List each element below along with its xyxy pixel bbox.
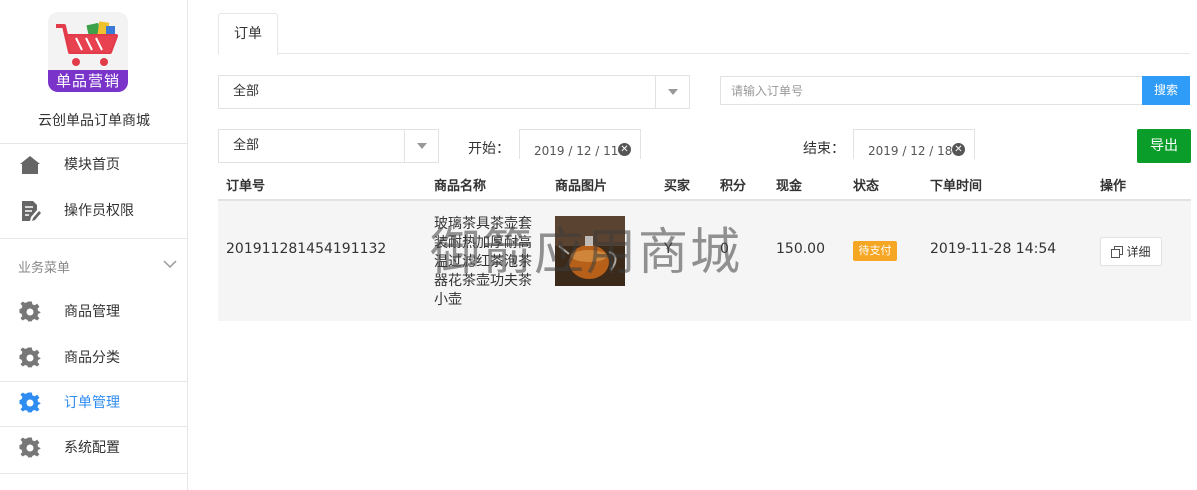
clear-icon[interactable]: ✕: [618, 143, 631, 156]
cash-cell: 150.00: [776, 241, 825, 257]
end-date-value: 2019 / 12 / 18: [868, 144, 953, 158]
column-header-status: 状态: [853, 179, 880, 194]
type-select-value: 全部: [233, 138, 260, 153]
detail-button-label: 详细: [1126, 245, 1151, 259]
status-select[interactable]: 全部: [218, 75, 690, 109]
caret-down-icon: [655, 76, 689, 108]
document-edit-icon: [22, 201, 41, 221]
end-date-picker[interactable]: 2019 / 12 / 18 ✕: [853, 129, 975, 159]
end-date-label: 结束：: [803, 141, 845, 157]
order-time-cell: 2019-11-28 14:54: [930, 241, 1057, 257]
sidebar-section-title: 业务菜单: [18, 261, 71, 276]
home-icon: [20, 156, 40, 174]
shopping-cart-icon: [56, 21, 118, 66]
column-header-actions: 操作: [1100, 179, 1127, 194]
sidebar-item-label: 系统配置: [64, 440, 120, 456]
sidebar: 单品营销 云创单品订单商城 模块首页 操作员权限 业务菜单 商品管理 商品分类 …: [0, 0, 188, 490]
table-row: [218, 201, 1191, 321]
gear-icon: [19, 301, 41, 322]
column-header-order-no: 订单号: [226, 179, 266, 194]
sidebar-item-system-config[interactable]: 系统配置: [0, 426, 188, 470]
copy-icon: [1111, 245, 1124, 258]
search-button[interactable]: 搜索: [1142, 76, 1190, 105]
teapot-image: [555, 216, 625, 286]
sidebar-item-label: 商品分类: [64, 350, 120, 366]
column-header-points: 积分: [720, 179, 747, 194]
product-image: [555, 216, 625, 286]
sidebar-section-business-menu[interactable]: 业务菜单: [0, 244, 188, 286]
gear-icon: [19, 392, 41, 413]
status-badge: 待支付: [853, 241, 897, 261]
sidebar-item-label: 操作员权限: [64, 203, 134, 219]
app-logo: 单品营销: [48, 12, 128, 92]
start-date-picker[interactable]: 2019 / 12 / 11 ✕: [519, 129, 641, 159]
tab-orders[interactable]: 订单: [218, 13, 278, 55]
sidebar-divider: [0, 473, 188, 474]
export-button[interactable]: 导出: [1137, 129, 1191, 163]
sidebar-divider: [0, 238, 188, 239]
chevron-down-icon: [163, 260, 177, 269]
sidebar-item-label: 模块首页: [64, 157, 120, 173]
type-select[interactable]: 全部: [218, 129, 439, 163]
gear-icon: [19, 437, 41, 458]
product-name-cell: 玻璃茶具茶壶套装耐热加厚耐高温过滤红茶泡茶器花茶壶功夫茶小壶: [434, 216, 532, 308]
order-number-search-input[interactable]: [720, 76, 1142, 105]
clear-icon[interactable]: ✕: [952, 143, 965, 156]
points-cell: 0: [720, 241, 729, 257]
buyer-cell: Y: [664, 241, 673, 257]
column-header-buyer: 买家: [664, 179, 691, 194]
column-header-order-time: 下单时间: [930, 179, 983, 194]
start-date-label: 开始：: [468, 141, 510, 157]
sidebar-item-operator-permissions[interactable]: 操作员权限: [0, 189, 188, 233]
column-header-product-name: 商品名称: [434, 179, 487, 194]
sidebar-item-label: 商品管理: [64, 304, 120, 320]
sidebar-item-product-management[interactable]: 商品管理: [0, 290, 188, 334]
status-select-value: 全部: [233, 84, 260, 99]
detail-button[interactable]: 详细: [1100, 237, 1162, 266]
sidebar-item-product-category[interactable]: 商品分类: [0, 336, 188, 380]
column-header-cash: 现金: [776, 179, 803, 194]
caret-down-icon: [404, 130, 438, 162]
tab-bar: 订单: [218, 12, 1190, 55]
column-header-product-image: 商品图片: [555, 179, 608, 194]
order-number-cell: 201911281454191132: [226, 241, 387, 257]
sidebar-item-home[interactable]: 模块首页: [0, 143, 188, 187]
gear-icon: [19, 347, 41, 368]
sidebar-item-order-management[interactable]: 订单管理: [0, 381, 188, 425]
sidebar-item-label: 订单管理: [64, 395, 120, 411]
logo-banner-text: 单品营销: [48, 70, 128, 92]
start-date-value: 2019 / 12 / 11: [534, 144, 619, 158]
brand-name: 云创单品订单商城: [38, 113, 150, 129]
